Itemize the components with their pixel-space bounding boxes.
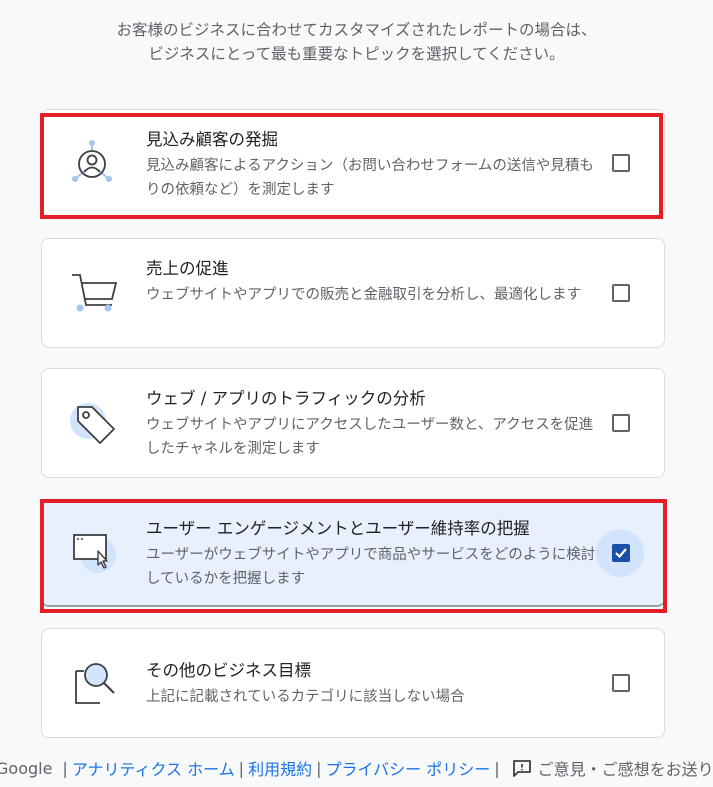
intro-line-1: お客様のビジネスに合わせてカスタマイズされたレポートの場合は、 — [116, 21, 597, 39]
footer-separator: | — [316, 758, 322, 778]
option-title: ウェブ / アプリのトラフィックの分析 — [146, 389, 426, 408]
shopping-cart-icon — [68, 267, 124, 323]
link-privacy[interactable]: プライバシー ポリシー — [325, 756, 490, 780]
intro-text: お客様のビジネスに合わせてカスタマイズされたレポートの場合は、 ビジネスにとって… — [0, 18, 713, 66]
option-description: 上記に記載されているカテゴリに該当しない場合 — [146, 689, 465, 705]
feedback-icon — [512, 760, 531, 777]
link-analytics-home[interactable]: アナリティクス ホーム — [72, 756, 235, 780]
option-checkbox[interactable] — [612, 674, 630, 692]
feedback-link[interactable]: ご意見・ご感想をお送り — [538, 756, 713, 780]
option-title: その他のビジネス目標 — [146, 661, 311, 680]
price-tag-icon — [68, 397, 124, 453]
link-terms[interactable]: 利用規約 — [248, 756, 312, 780]
footer-separator: | — [238, 758, 245, 778]
highlight-box-engagement — [40, 499, 667, 613]
option-card-traffic[interactable]: ウェブ / アプリのトラフィックの分析 ウェブサイトやアプリにアクセスしたユーザ… — [41, 368, 665, 478]
option-card-sales[interactable]: 売上の促進 ウェブサイトやアプリでの販売と金融取引を分析し、最適化します — [41, 238, 665, 348]
option-checkbox[interactable] — [612, 284, 630, 302]
footer-brand: Google — [0, 758, 53, 778]
option-description: ウェブサイトやアプリでの販売と金融取引を分析し、最適化します — [146, 287, 581, 303]
footer: Google | アナリティクス ホーム | 利用規約 | プライバシー ポリシ… — [0, 756, 713, 780]
intro-line-2: ビジネスにとって最も重要なトピックを選択してください。 — [148, 45, 565, 63]
option-title: 売上の促進 — [146, 259, 229, 278]
option-card-other[interactable]: その他のビジネス目標 上記に記載されているカテゴリに該当しない場合 — [41, 628, 665, 738]
highlight-box-lead-generation — [40, 113, 663, 219]
magnifier-document-icon — [68, 657, 124, 713]
footer-separator: | — [62, 758, 68, 778]
option-description: ウェブサイトやアプリにアクセスしたユーザー数と、アクセスを促進したチャネルを測定… — [146, 417, 594, 457]
footer-separator: | — [494, 758, 500, 778]
option-checkbox[interactable] — [612, 414, 630, 432]
